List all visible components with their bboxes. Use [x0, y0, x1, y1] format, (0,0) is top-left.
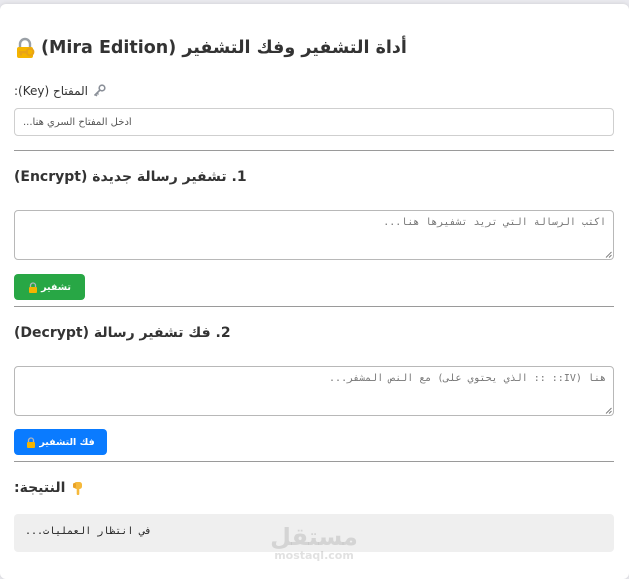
lock-with-key-icon	[14, 37, 36, 59]
decrypt-button[interactable]: فك التشفير	[14, 429, 107, 455]
tool-card: أداة التشفير وفك التشفير (Mira Edition) …	[0, 4, 629, 579]
divider	[14, 461, 614, 462]
lock-icon	[26, 436, 36, 448]
key-icon	[92, 84, 106, 98]
encrypt-button[interactable]: تشفير	[14, 274, 85, 300]
result-output: في انتظار العمليات...	[14, 514, 614, 552]
divider	[14, 150, 614, 151]
decrypt-message-input[interactable]	[14, 366, 614, 416]
encrypt-section-title: 1. تشفير رسالة جديدة (Encrypt)	[14, 169, 247, 185]
key-input[interactable]	[14, 108, 614, 136]
page-title-text: أداة التشفير وفك التشفير (Mira Edition)	[41, 38, 407, 58]
decrypt-section-title: 2. فك تشفير رسالة (Decrypt)	[14, 325, 231, 341]
result-title-text: النتيجة:	[14, 480, 66, 496]
pointing-down-icon	[70, 480, 86, 496]
decrypt-button-label: فك التشفير	[39, 436, 95, 448]
lock-icon	[28, 281, 38, 293]
key-label: المفتاح (Key):	[14, 83, 106, 99]
encrypt-message-input[interactable]	[14, 210, 614, 260]
encrypt-button-label: تشفير	[41, 281, 71, 293]
page-title: أداة التشفير وفك التشفير (Mira Edition)	[14, 37, 407, 59]
result-title: النتيجة:	[14, 479, 86, 497]
key-label-text: المفتاح (Key):	[14, 84, 89, 98]
divider	[14, 306, 614, 307]
